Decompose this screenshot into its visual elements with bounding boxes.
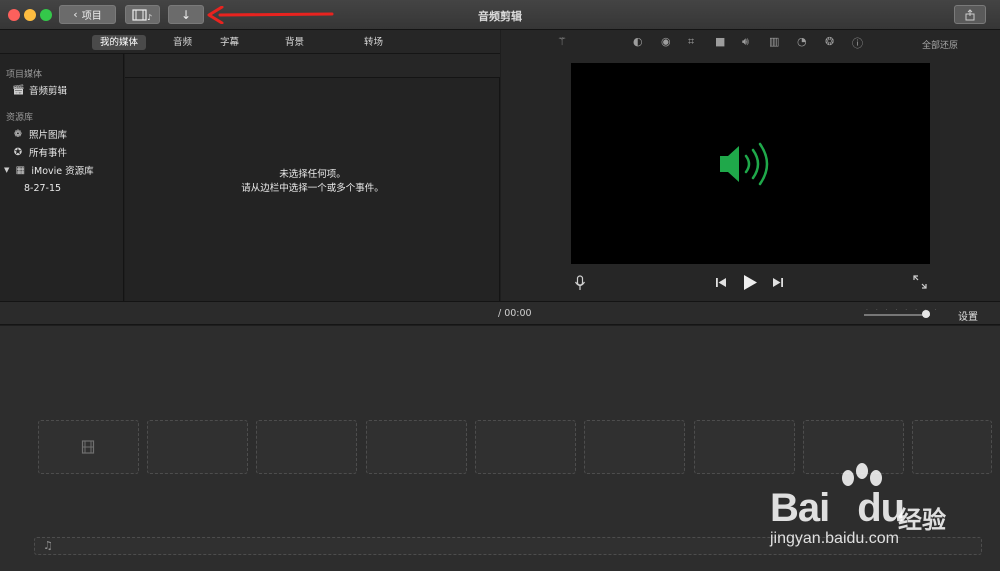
browser-filter-bar [125,54,500,78]
zoom-slider-handle[interactable] [922,310,930,318]
baidu-watermark: Bai du 经验 jingyan.baidu.com [770,463,970,560]
window-title: 音频剪辑 [478,10,522,23]
clapper-icon: 🎬︎ [12,84,25,96]
browser-tabs: 我的媒体 音频 字幕 背景 转场 [0,30,500,54]
photos-flower-icon: ❁ [13,128,23,140]
tab-my-media[interactable]: 我的媒体 [92,35,147,50]
project-media-header: 项目媒体 [6,70,43,80]
timeline-toolbar: / 00:00 · · · · · · · · 设置 [0,301,1000,325]
projects-label: 项目 [81,11,102,22]
star-icon: ✪ [13,146,23,158]
equalizer-icon[interactable]: ▥ [769,35,779,48]
color-balance-icon[interactable]: ◐ [633,35,643,48]
sidebar-item-label: 音频剪辑 [29,86,68,97]
timeline-drop-slot[interactable] [584,420,685,474]
watermark-url: jingyan.baidu.com [770,530,899,547]
microphone-icon[interactable] [574,275,586,291]
info-icon[interactable]: ⓘ [852,35,863,51]
media-browser: 未选择任何项。 请从边栏中选择一个或多个事件。 [125,54,500,301]
sidebar-item-event[interactable]: 8-27-15 [24,183,61,194]
film-strip-icon [81,440,95,454]
share-icon [965,8,975,20]
chevron-left-icon: ‹ [73,8,78,21]
speaker-volume-icon [720,142,769,186]
libraries-sidebar: 项目媒体 🎬︎ 音频剪辑 资源库 ❁ 照片图库 ✪ 所有事件 ▼ ▦ iMovi… [0,54,124,301]
stabilization-camera-icon[interactable]: ■ [715,35,725,48]
magic-wand-icon[interactable]: ⚚ [557,35,567,48]
timeline-drop-slot[interactable] [256,420,357,474]
minimize-window-button[interactable] [24,9,36,21]
red-arrow-annotation-icon [207,6,334,24]
watermark-cn: 经验 [898,506,946,534]
empty-message-line1: 未选择任何项。 [279,169,346,180]
video-filters-icon[interactable]: ❂ [825,35,834,48]
sidebar-item-project[interactable]: 🎬︎ 音频剪辑 [12,83,68,98]
timeline-zoom-slider[interactable] [864,314,930,316]
volume-icon[interactable]: 🔊︎ [742,35,749,49]
reset-all-button[interactable]: 全部还原 [922,38,958,51]
skip-back-icon[interactable] [715,277,727,288]
sidebar-item-label: 所有事件 [29,148,68,159]
timeline-drop-slot[interactable] [38,420,139,474]
grid-library-icon: ▦ [15,164,26,176]
tab-audio[interactable]: 音频 [165,35,200,50]
crop-icon[interactable]: ⌗ [688,35,694,49]
zoom-window-button[interactable] [40,9,52,21]
close-window-button[interactable] [8,9,20,21]
viewer-panel: ⚚ ◐ ◉ ⌗ ■ 🔊︎ ▥ ◔ ❂ ⓘ 全部还原 [501,30,1000,301]
sidebar-item-all-events[interactable]: ✪ 所有事件 [12,145,68,160]
disclosure-triangle-icon: ▼ [4,166,10,174]
media-library-button[interactable]: ♪ [125,5,160,24]
skip-forward-icon[interactable] [772,277,784,288]
sidebar-item-label: 照片图库 [29,130,68,141]
timeline-settings-button[interactable]: 设置 [958,308,978,323]
watermark-brand: Bai du [770,486,905,530]
fullscreen-icon[interactable] [913,275,927,289]
svg-text:♪: ♪ [147,13,152,21]
import-button[interactable]: ↓ [168,5,204,24]
color-correction-icon[interactable]: ◉ [661,35,671,48]
projects-back-button[interactable]: ‹ 项目 [59,5,116,24]
play-icon[interactable] [742,274,758,291]
timeline-drop-slot[interactable] [366,420,467,474]
sidebar-item-label: iMovie 资源库 [31,166,94,177]
empty-message-line2: 请从边栏中选择一个或多个事件。 [241,183,384,194]
timeline-drop-slot[interactable] [475,420,576,474]
speed-icon[interactable]: ◔ [797,35,807,48]
tab-transitions[interactable]: 转场 [356,35,391,50]
title-bar: ‹ 项目 ♪ ↓ 音频剪辑 [0,0,1000,30]
sidebar-item-imovie-library[interactable]: ▼ ▦ iMovie 资源库 [4,163,94,178]
film-music-icon: ♪ [131,8,152,21]
video-preview-screen [571,63,930,264]
timeline-drop-slot[interactable] [694,420,795,474]
share-button[interactable] [954,5,986,24]
music-note-icon: ♫ [43,539,53,552]
tab-titles[interactable]: 字幕 [212,35,247,50]
timeline-drop-slot[interactable] [912,420,992,474]
sidebar-item-photos[interactable]: ❁ 照片图库 [12,127,68,142]
arrow-down-icon: ↓ [180,7,192,22]
tab-backgrounds[interactable]: 背景 [277,35,312,50]
libraries-header: 资源库 [6,113,34,123]
timeline-drop-slot[interactable] [147,420,248,474]
timecode-display: / 00:00 [498,308,532,319]
